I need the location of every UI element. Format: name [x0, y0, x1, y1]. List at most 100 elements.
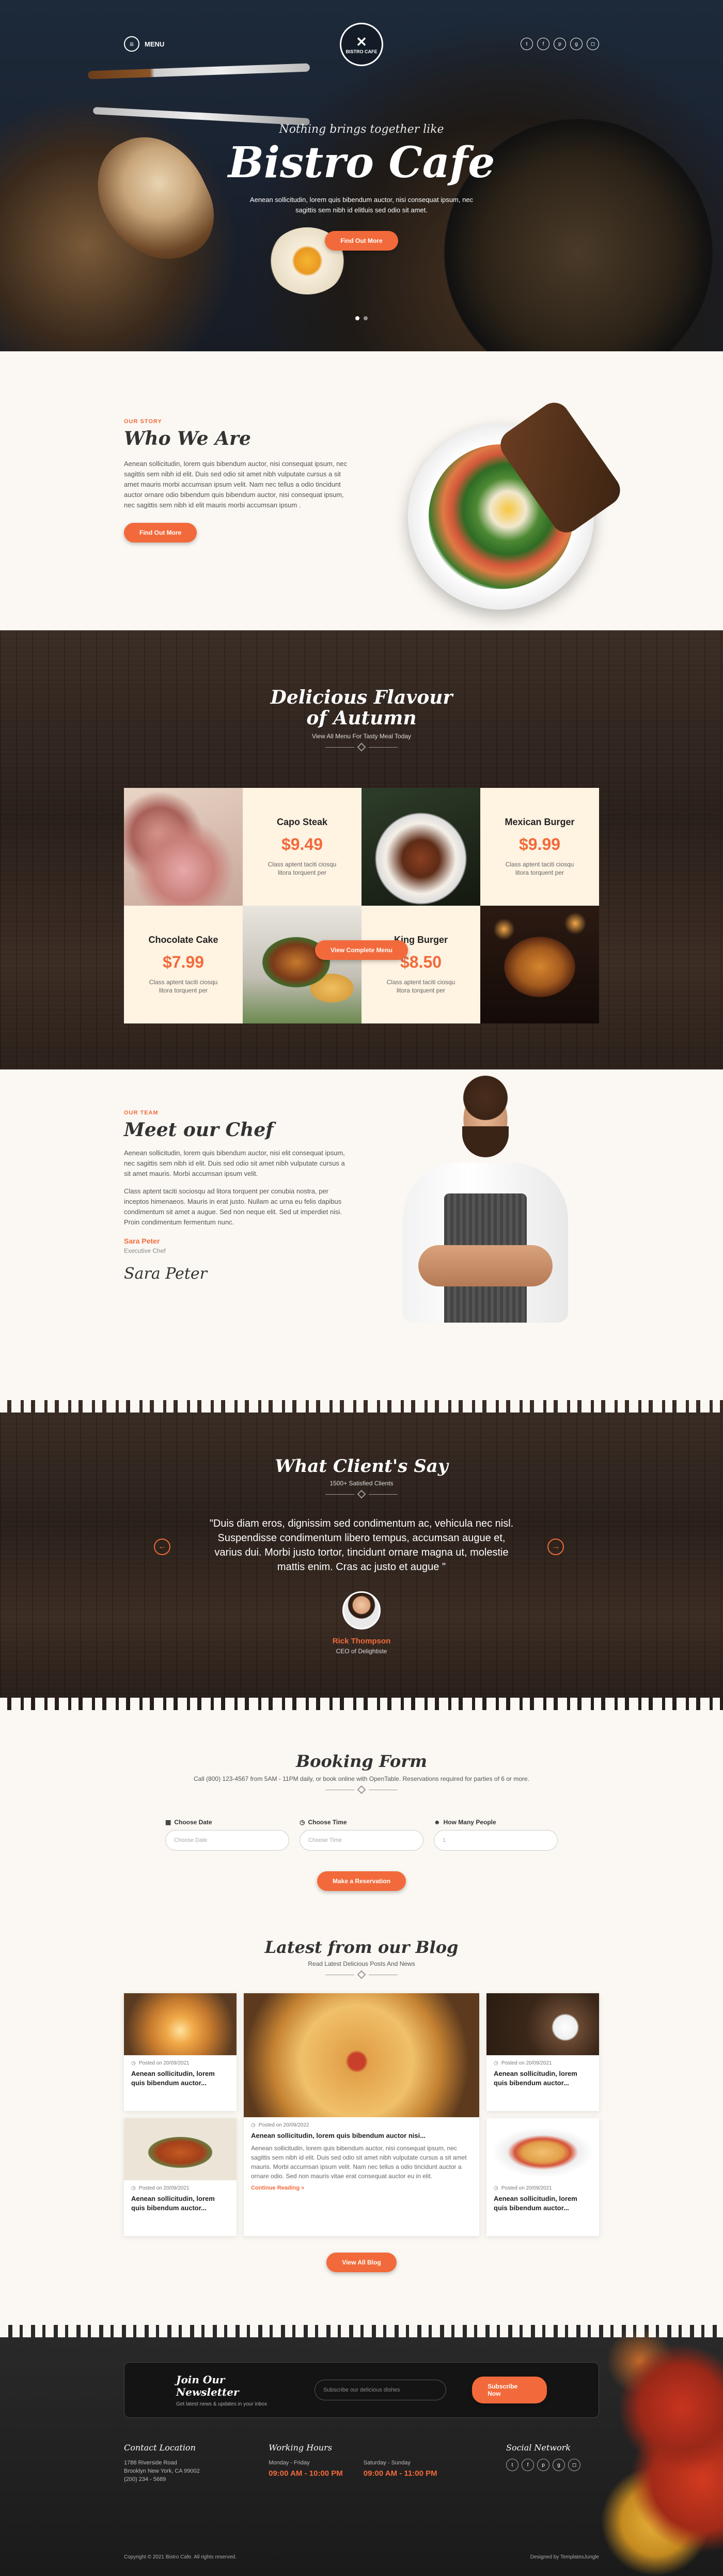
steak-image: [362, 788, 480, 906]
time-label: Choose Time: [308, 1819, 347, 1826]
story-text: Aenean sollicitudin, lorem quis bibendum…: [124, 460, 348, 509]
torn-edge: [0, 351, 723, 364]
hero-subtitle: Nothing brings together like: [279, 123, 444, 136]
blog-title: Latest from our Blog: [264, 1937, 459, 1957]
post-date: Posted on 20/09/2021: [501, 2185, 552, 2191]
designed-by-link[interactable]: Designed by TemplatesJungle: [530, 2554, 599, 2560]
menu-grid: Capo Steak $9.49 Class aptent taciti cio…: [124, 788, 599, 1023]
post-title[interactable]: Aenean sollicitudin, lorem quis bibendum…: [124, 2066, 237, 2088]
blog-post-card[interactable]: ◷ Posted on 20/09/2021 Aenean sollicitudi…: [486, 1993, 599, 2111]
divider: [0, 1970, 723, 1979]
copyright: Copyright © 2021 Bistro Cafe. All rights…: [124, 2554, 237, 2560]
slider-dot[interactable]: [364, 316, 368, 320]
contact-line: 1788 Riverside Road: [124, 2460, 177, 2466]
menu-item-desc: Class aptent taciti ciosqu litora torque…: [505, 861, 574, 876]
client-info: Rick Thompson CEO of Delightiste: [0, 1591, 723, 1655]
slider-dot[interactable]: [355, 316, 359, 320]
post-title[interactable]: Aenean sollicitudin, lorem quis bibendum…: [244, 2128, 479, 2140]
story-kicker: OUR STORY: [124, 418, 162, 425]
booking-title: Booking Form: [296, 1751, 427, 1771]
newsletter-email-input[interactable]: Subscribe our delicious dishes: [315, 2380, 447, 2400]
instagram-icon[interactable]: ◻: [587, 38, 599, 50]
weekday-label: Monday - Friday: [269, 2460, 310, 2466]
divider: [0, 1489, 723, 1499]
post-title[interactable]: Aenean sollicitudin, lorem quis bibendum…: [486, 2191, 599, 2213]
blog-post-card[interactable]: ◷ Posted on 20/09/2021 Aenean sollicitudi…: [486, 2118, 599, 2236]
cutlery-icon: ✕: [356, 34, 367, 50]
people-icon: ☻: [434, 1819, 441, 1826]
menu-item[interactable]: Mexican Burger $9.99 Class aptent taciti…: [480, 788, 599, 906]
facebook-icon[interactable]: f: [522, 2459, 534, 2471]
blog-image: [486, 2118, 599, 2180]
menu-item[interactable]: Capo Steak $9.49 Class aptent taciti cio…: [243, 788, 362, 906]
calendar-icon: ▦: [165, 1819, 171, 1826]
blog-image: [124, 2118, 237, 2180]
find-out-more-button[interactable]: Find Out More: [325, 231, 398, 251]
testimonial-subtitle: 1500+ Satisfied Clients: [329, 1480, 394, 1487]
chef-name: Sara Peter: [124, 1237, 160, 1245]
post-title[interactable]: Aenean sollicitudin, lorem quis bibendum…: [124, 2191, 237, 2213]
divider: [0, 1785, 723, 1794]
newsletter-box: Join Our Newsletter Get latest news & up…: [124, 2362, 599, 2418]
twitter-icon[interactable]: t: [506, 2459, 518, 2471]
menu-button[interactable]: ≡ MENU: [124, 36, 164, 52]
subscribe-button[interactable]: Subscribe Now: [472, 2377, 547, 2403]
pinterest-icon[interactable]: p: [554, 38, 566, 50]
next-arrow-icon[interactable]: →: [547, 1539, 564, 1555]
contact-line: Brooklyn New York, CA 99002: [124, 2468, 200, 2474]
post-excerpt: Aenean sollicitudin, lorem quis bibendum…: [251, 2145, 467, 2180]
blog-image: [124, 1993, 237, 2055]
facebook-icon[interactable]: f: [537, 38, 549, 50]
contact-title: Contact Location: [124, 2443, 196, 2453]
time-input[interactable]: Choose Time: [300, 1830, 423, 1851]
burger-image: [243, 906, 362, 1023]
blog-subtitle: Read Latest Delicious Posts And News: [308, 1960, 415, 1967]
blog-post-card-featured[interactable]: ◷ Posted on 20/09/2022 Aenean sollicitudi…: [244, 1993, 479, 2236]
people-label: How Many People: [443, 1819, 496, 1826]
booking-section: Booking Form Call (800) 123-4567 from 5A…: [0, 1710, 723, 1917]
date-input[interactable]: Choose Date: [165, 1830, 289, 1851]
twitter-icon[interactable]: t: [521, 38, 533, 50]
pinterest-icon[interactable]: p: [537, 2459, 549, 2471]
menu-title-line2: of Autumn: [306, 707, 417, 729]
menu-subtitle: View All Menu For Tasty Meal Today: [311, 733, 412, 740]
burger-image: [480, 906, 599, 1023]
cake-image: [124, 788, 243, 906]
post-title[interactable]: Aenean sollicitudin, lorem quis bibendum…: [486, 2066, 599, 2088]
google-plus-icon[interactable]: g: [570, 38, 583, 50]
torn-edge: [0, 2325, 723, 2337]
clock-icon: ◷: [251, 2122, 256, 2128]
menu-item[interactable]: Chocolate Cake $7.99 Class aptent taciti…: [124, 906, 243, 1023]
testimonial-section: What Client's Say 1500+ Satisfied Client…: [0, 1400, 723, 1710]
post-date: Posted on 20/09/2021: [138, 2060, 190, 2066]
prev-arrow-icon[interactable]: ←: [154, 1539, 170, 1555]
view-menu-button[interactable]: View Complete Menu: [315, 940, 408, 960]
blog-post-card[interactable]: ◷ Posted on 20/09/2021 Aenean sollicitudi…: [124, 1993, 237, 2111]
view-all-blog-button[interactable]: View All Blog: [326, 2253, 397, 2272]
blog-post-card[interactable]: ◷ Posted on 20/09/2021 Aenean sollicitudi…: [124, 2118, 237, 2236]
hero-description: Aenean sollicitudin, lorem quis bibendum…: [249, 196, 474, 214]
instagram-icon[interactable]: ◻: [568, 2459, 580, 2471]
blog-image: [486, 1993, 599, 2055]
torn-edge: [0, 1698, 723, 1710]
site-logo[interactable]: ✕ BISTRO CAFE: [340, 23, 383, 66]
testimonial-title: What Client's Say: [275, 1456, 448, 1477]
menu-item[interactable]: King Burger $8.50 Class aptent taciti ci…: [362, 906, 480, 1023]
menu-section: Delicious Flavour of Autumn View All Menu…: [0, 630, 723, 1106]
hours-title: Working Hours: [269, 2443, 332, 2453]
story-section: OUR STORY Who We Are Aenean sollicitudin…: [0, 351, 723, 630]
continue-reading-link[interactable]: Continue Reading »: [244, 2181, 479, 2191]
people-input[interactable]: 1: [434, 1830, 558, 1851]
weekend-label: Saturday - Sunday: [363, 2460, 411, 2466]
menu-label: MENU: [145, 40, 165, 48]
hero-section: ≡ MENU t f p g ◻ ✕ BISTRO CAFE Nothing b…: [0, 0, 723, 351]
hamburger-icon: ≡: [124, 36, 139, 52]
clock-icon: ◷: [300, 1819, 305, 1826]
google-plus-icon[interactable]: g: [553, 2459, 565, 2471]
menu-item-price: $9.99: [518, 835, 561, 854]
hours-column: Working Hours Monday - Friday 09:00 AM -…: [269, 2443, 437, 2484]
booking-subtitle: Call (800) 123-4567 from 5AM - 11PM dail…: [194, 1775, 529, 1782]
contact-line: (200) 234 - 5689: [124, 2476, 166, 2482]
reservation-button[interactable]: Make a Reservation: [317, 1871, 406, 1891]
story-more-button[interactable]: Find Out More: [124, 523, 197, 542]
